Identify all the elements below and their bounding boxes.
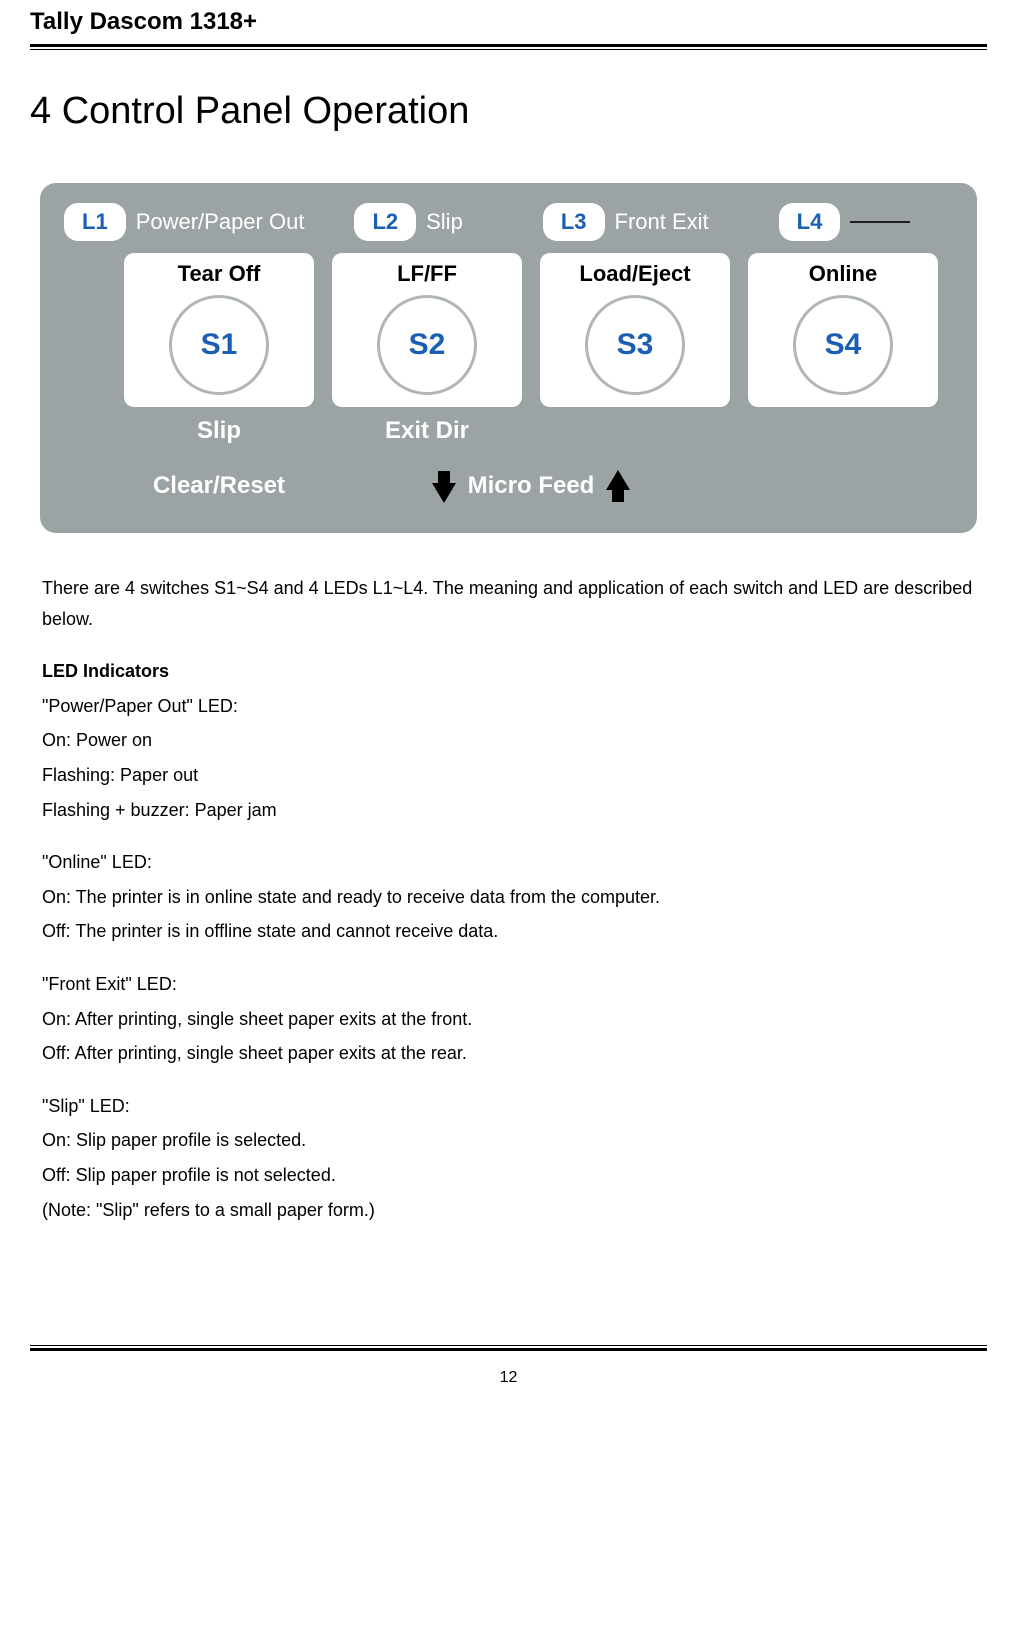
micro-row: Clear/Reset Micro Feed xyxy=(64,469,953,503)
online-led-on: On: The printer is in online state and r… xyxy=(42,882,975,913)
top-double-rule xyxy=(30,44,987,50)
sub-labels-row: Slip Exit Dir xyxy=(64,417,953,445)
button-top-s1: Tear Off xyxy=(178,261,261,287)
front-exit-led-title: "Front Exit" LED: xyxy=(42,969,975,1000)
led-group-l4: L4 xyxy=(779,203,911,241)
doc-header-title: Tally Dascom 1318+ xyxy=(30,0,987,44)
button-top-s4: Online xyxy=(809,261,877,287)
arrow-up-icon xyxy=(606,470,630,490)
slip-led-title: "Slip" LED: xyxy=(42,1091,975,1122)
button-card-s2: LF/FF S2 xyxy=(332,253,522,407)
page-container: Tally Dascom 1318+ 4 Control Panel Opera… xyxy=(0,0,1017,1407)
sub-label-s1: Slip xyxy=(124,417,314,445)
led-connector-line xyxy=(850,221,910,223)
led-row: L1 Power/Paper Out L2 Slip L3 Front Exit… xyxy=(64,203,953,241)
section-title: 4 Control Panel Operation xyxy=(30,90,987,133)
intro-paragraph: There are 4 switches S1~S4 and 4 LEDs L1… xyxy=(42,573,975,634)
led-group-l2: L2 Slip xyxy=(354,203,462,241)
slip-led-note: (Note: "Slip" refers to a small paper fo… xyxy=(42,1195,975,1226)
sub-label-s4 xyxy=(748,417,938,445)
led-label-l2: Slip xyxy=(426,209,463,235)
led-label-l1: Power/Paper Out xyxy=(136,209,305,235)
button-card-s3: Load/Eject S3 xyxy=(540,253,730,407)
clear-reset-label: Clear/Reset xyxy=(124,472,314,500)
power-led-title: "Power/Paper Out" LED: xyxy=(42,691,975,722)
button-circle-s2[interactable]: S2 xyxy=(377,295,477,395)
arrow-down-icon xyxy=(432,483,456,503)
power-led-jam: Flashing + buzzer: Paper jam xyxy=(42,795,975,826)
led-indicators-heading: LED Indicators xyxy=(42,661,169,681)
front-exit-led-on: On: After printing, single sheet paper e… xyxy=(42,1004,975,1035)
led-group-l1: L1 Power/Paper Out xyxy=(64,203,304,241)
led-pill-l1: L1 xyxy=(64,203,126,241)
power-led-flashing: Flashing: Paper out xyxy=(42,760,975,791)
buttons-row: Tear Off S1 LF/FF S2 Load/Eject S3 Onlin… xyxy=(64,253,953,407)
button-top-s2: LF/FF xyxy=(397,261,457,287)
slip-led-on: On: Slip paper profile is selected. xyxy=(42,1125,975,1156)
button-card-s1: Tear Off S1 xyxy=(124,253,314,407)
slip-led-off: Off: Slip paper profile is not selected. xyxy=(42,1160,975,1191)
led-pill-l4: L4 xyxy=(779,203,841,241)
front-exit-led-off: Off: After printing, single sheet paper … xyxy=(42,1038,975,1069)
online-led-off: Off: The printer is in offline state and… xyxy=(42,916,975,947)
power-led-on: On: Power on xyxy=(42,725,975,756)
button-card-s4: Online S4 xyxy=(748,253,938,407)
button-circle-s1[interactable]: S1 xyxy=(169,295,269,395)
sub-label-s3 xyxy=(540,417,730,445)
online-led-title: "Online" LED: xyxy=(42,847,975,878)
control-panel-diagram: L1 Power/Paper Out L2 Slip L3 Front Exit… xyxy=(40,183,977,533)
led-group-l3: L3 Front Exit xyxy=(543,203,709,241)
body-text: There are 4 switches S1~S4 and 4 LEDs L1… xyxy=(42,573,975,1225)
button-top-s3: Load/Eject xyxy=(579,261,690,287)
button-circle-s3[interactable]: S3 xyxy=(585,295,685,395)
page-number: 12 xyxy=(30,1369,987,1407)
micro-feed-label: Micro Feed xyxy=(468,472,595,500)
led-pill-l3: L3 xyxy=(543,203,605,241)
micro-feed-group: Micro Feed xyxy=(332,469,730,503)
led-pill-l2: L2 xyxy=(354,203,416,241)
button-circle-s4[interactable]: S4 xyxy=(793,295,893,395)
sub-label-s2: Exit Dir xyxy=(332,417,522,445)
bottom-double-rule xyxy=(30,1345,987,1351)
led-label-l3: Front Exit xyxy=(615,209,709,235)
